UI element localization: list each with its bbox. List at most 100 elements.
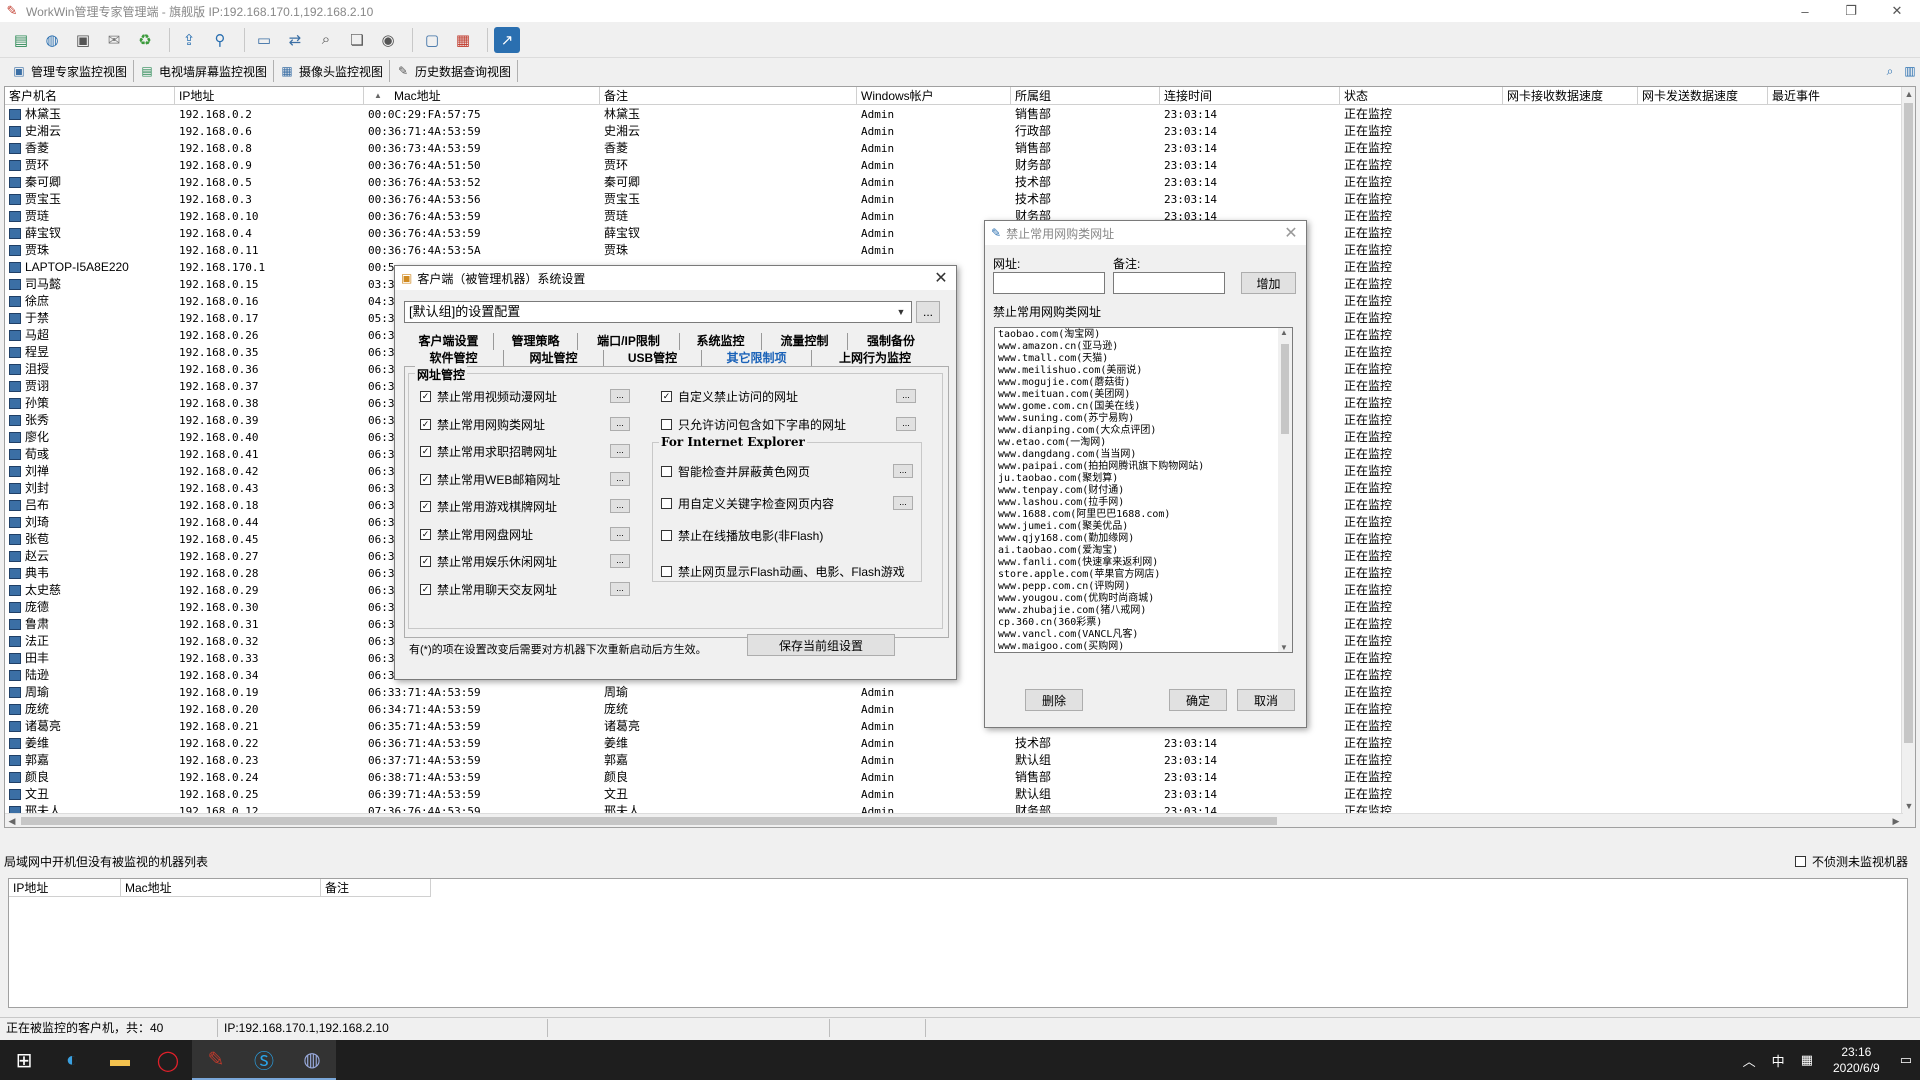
column-header[interactable]: 最近事件 xyxy=(1768,87,1905,105)
list-item[interactable]: store.apple.com(苹果官方网店) xyxy=(995,569,1292,581)
share-icon[interactable]: ⇪ xyxy=(176,27,202,53)
checkbox-icon[interactable] xyxy=(661,498,672,509)
opera-icon[interactable]: ◯ xyxy=(144,1040,192,1080)
cancel-button[interactable]: 取消 xyxy=(1237,689,1295,711)
table-row[interactable]: 诸葛亮 192.168.0.21 06:35:71:4A:53:59 诸葛亮 Admin… xyxy=(5,718,1905,735)
url-custom-option[interactable]: ✓ 自定义禁止访问的网址 xyxy=(661,388,798,405)
checkbox-checked-icon[interactable]: ✓ xyxy=(420,418,431,430)
skype-icon[interactable]: Ⓢ xyxy=(240,1040,288,1080)
search-doc-icon[interactable]: ⌕ xyxy=(313,27,339,53)
column-header[interactable]: 连接时间 xyxy=(1160,87,1340,105)
tab-port-ip-limit[interactable]: 端口/IP限制 xyxy=(578,333,680,350)
list-item[interactable]: ww.etao.com(一淘网) xyxy=(995,437,1292,449)
option-more-button[interactable]: ... xyxy=(893,496,913,510)
tab-history-view[interactable]: ✎ 历史数据查询视图 xyxy=(390,60,519,82)
list-item[interactable]: www.paipai.com(拍拍网腾讯旗下购物网站) xyxy=(995,461,1292,473)
list-item[interactable]: cp.360.cn(360彩票) xyxy=(995,617,1292,629)
notification-icon[interactable]: ▭ xyxy=(1892,1052,1920,1068)
window-icon[interactable]: ❏ xyxy=(344,27,370,53)
unmonitored-grid[interactable]: IP地址 Mac地址 备注 xyxy=(8,878,1908,1008)
list-item[interactable]: www.tmall.com(天猫) xyxy=(995,353,1292,365)
tab-admin-monitor-view[interactable]: ▣ 管理专家监控视图 xyxy=(6,60,135,82)
url-block-option[interactable]: ✓ 禁止常用聊天交友网址 xyxy=(420,581,557,598)
app-icon[interactable]: ◍ xyxy=(288,1040,336,1080)
table-row[interactable]: 贾宝玉 192.168.0.3 00:36:76:4A:53:56 贾宝玉 Admin 技… xyxy=(5,191,1905,208)
computer-icon[interactable]: ▣ xyxy=(70,27,96,53)
scroll-left-icon[interactable]: ◀ xyxy=(5,814,19,827)
screen-icon[interactable]: ▢ xyxy=(419,27,445,53)
table-row[interactable]: 庞统 192.168.0.20 06:34:71:4A:53:59 庞统 Admin 正在… xyxy=(5,701,1905,718)
url-block-option[interactable]: ✓ 禁止常用求职招聘网址 xyxy=(420,443,557,460)
column-header-ip[interactable]: IP地址 xyxy=(9,879,121,897)
table-row[interactable]: 秦可卿 192.168.0.5 00:36:76:4A:53:52 秦可卿 Admin 技… xyxy=(5,174,1905,191)
list-item[interactable]: www.gome.com.cn(国美在线) xyxy=(995,401,1292,413)
option-more-button[interactable]: ... xyxy=(896,389,916,403)
tab-system-monitor[interactable]: 系统监控 xyxy=(680,333,762,350)
horizontal-scrollbar[interactable]: ◀ ▶ xyxy=(5,813,1903,827)
minimize-button[interactable]: – xyxy=(1782,0,1828,22)
column-header[interactable]: Windows帐户 xyxy=(857,87,1011,105)
list-scrollbar[interactable]: ▲ ▼ xyxy=(1278,328,1292,652)
list-item[interactable]: www.meilishuo.com(美丽说) xyxy=(995,365,1292,377)
table-row[interactable]: 薛宝钗 192.168.0.4 00:36:76:4A:53:59 薛宝钗 Admin 正… xyxy=(5,225,1905,242)
column-header-note[interactable]: 备注 xyxy=(321,879,431,897)
checkbox-checked-icon[interactable]: ✓ xyxy=(661,391,672,402)
tab-internet-behavior[interactable]: 上网行为监控 xyxy=(812,350,938,367)
list-item[interactable]: www.meituan.com(美团网) xyxy=(995,389,1292,401)
save-group-settings-button[interactable]: 保存当前组设置 xyxy=(747,634,895,656)
scroll-thumb[interactable] xyxy=(1281,344,1289,434)
db-icon[interactable]: ▤ xyxy=(8,27,34,53)
list-item[interactable]: www.qjy168.com(勤加缘网) xyxy=(995,533,1292,545)
list-item[interactable]: www.mogujie.com(蘑菇街) xyxy=(995,377,1292,389)
option-more-button[interactable]: ... xyxy=(610,389,630,403)
url-block-option[interactable]: ✓ 禁止常用娱乐休闲网址 xyxy=(420,553,557,570)
chevron-up-icon[interactable]: ︿ xyxy=(1735,1051,1764,1070)
table-row[interactable]: 颜良 192.168.0.24 06:38:71:4A:53:59 颜良 Admin 销售… xyxy=(5,769,1905,786)
list-item[interactable]: www.maigoo.com(买购网) xyxy=(995,641,1292,652)
url-block-option[interactable]: ✓ 禁止常用游戏棋牌网址 xyxy=(420,498,557,515)
scroll-up-icon[interactable]: ▲ xyxy=(1280,328,1288,337)
table-row[interactable]: 香菱 192.168.0.8 00:36:73:4A:53:59 香菱 Admin 销售部… xyxy=(5,140,1905,157)
keyboard-icon[interactable]: ▦ xyxy=(1793,1052,1821,1068)
column-header[interactable]: 网卡发送数据速度 xyxy=(1638,87,1768,105)
ie-option[interactable]: 禁止在线播放电影(非Flash) xyxy=(661,527,823,544)
list-item[interactable]: ju.taobao.com(聚划算) xyxy=(995,473,1292,485)
ie-option[interactable]: 禁止网页显示Flash动画、电影、Flash游戏 xyxy=(661,563,905,580)
chevron-down-icon[interactable]: ▼ xyxy=(893,304,909,320)
close-icon[interactable]: ✕ xyxy=(1276,223,1306,243)
column-header-mac[interactable]: Mac地址 xyxy=(121,879,321,897)
list-item[interactable]: taobao.com(淘宝网) xyxy=(995,329,1292,341)
note-input[interactable] xyxy=(1113,272,1225,294)
delete-button[interactable]: 删除 xyxy=(1025,689,1083,711)
url-input[interactable] xyxy=(993,272,1105,294)
table-row[interactable]: 贾珠 192.168.0.11 00:36:76:4A:53:5A 贾珠 Admin 正在… xyxy=(5,242,1905,259)
checkbox-icon[interactable] xyxy=(661,418,672,430)
checkbox-checked-icon[interactable]: ✓ xyxy=(420,391,431,402)
option-more-button[interactable]: ... xyxy=(893,464,913,478)
monitor-icon[interactable]: ▭ xyxy=(251,27,277,53)
tab-tv-wall-view[interactable]: ▤ 电视墙屏幕监控视图 xyxy=(134,60,275,82)
list-item[interactable]: www.lashou.com(拉手网) xyxy=(995,497,1292,509)
column-header[interactable]: 所属组 xyxy=(1011,87,1160,105)
close-icon[interactable]: ✕ xyxy=(926,268,956,288)
windows-start-icon[interactable]: ⊞ xyxy=(0,1040,48,1080)
list-item[interactable]: www.1688.com(阿里巴巴1688.com) xyxy=(995,509,1292,521)
list-item[interactable]: www.dianping.com(大众点评团) xyxy=(995,425,1292,437)
column-header[interactable]: 状态 xyxy=(1340,87,1503,105)
tab-client-settings[interactable]: 客户端设置 xyxy=(404,333,494,350)
layout-icon[interactable]: ▥ xyxy=(1900,61,1920,81)
table-row[interactable]: 文丑 192.168.0.25 06:39:71:4A:53:59 文丑 Admin 默认… xyxy=(5,786,1905,803)
option-more-button[interactable]: ... xyxy=(610,581,630,596)
search-icon[interactable]: ⌕ xyxy=(1880,61,1900,81)
scroll-up-icon[interactable]: ▲ xyxy=(1902,87,1915,101)
tab-force-backup[interactable]: 强制备份 xyxy=(848,333,934,350)
checkbox-icon[interactable] xyxy=(661,466,672,477)
checkbox-checked-icon[interactable]: ✓ xyxy=(420,501,431,512)
tab-usb-control[interactable]: USB管控 xyxy=(604,350,702,367)
table-icon[interactable]: ▦ xyxy=(450,27,476,53)
column-header[interactable]: 备注 xyxy=(600,87,857,105)
camera-icon[interactable]: ◉ xyxy=(375,27,401,53)
column-header[interactable]: IP地址 xyxy=(175,87,364,105)
url-block-option[interactable]: ✓ 禁止常用网购类网址 xyxy=(420,416,545,433)
list-item[interactable]: www.jumei.com(聚美优品) xyxy=(995,521,1292,533)
